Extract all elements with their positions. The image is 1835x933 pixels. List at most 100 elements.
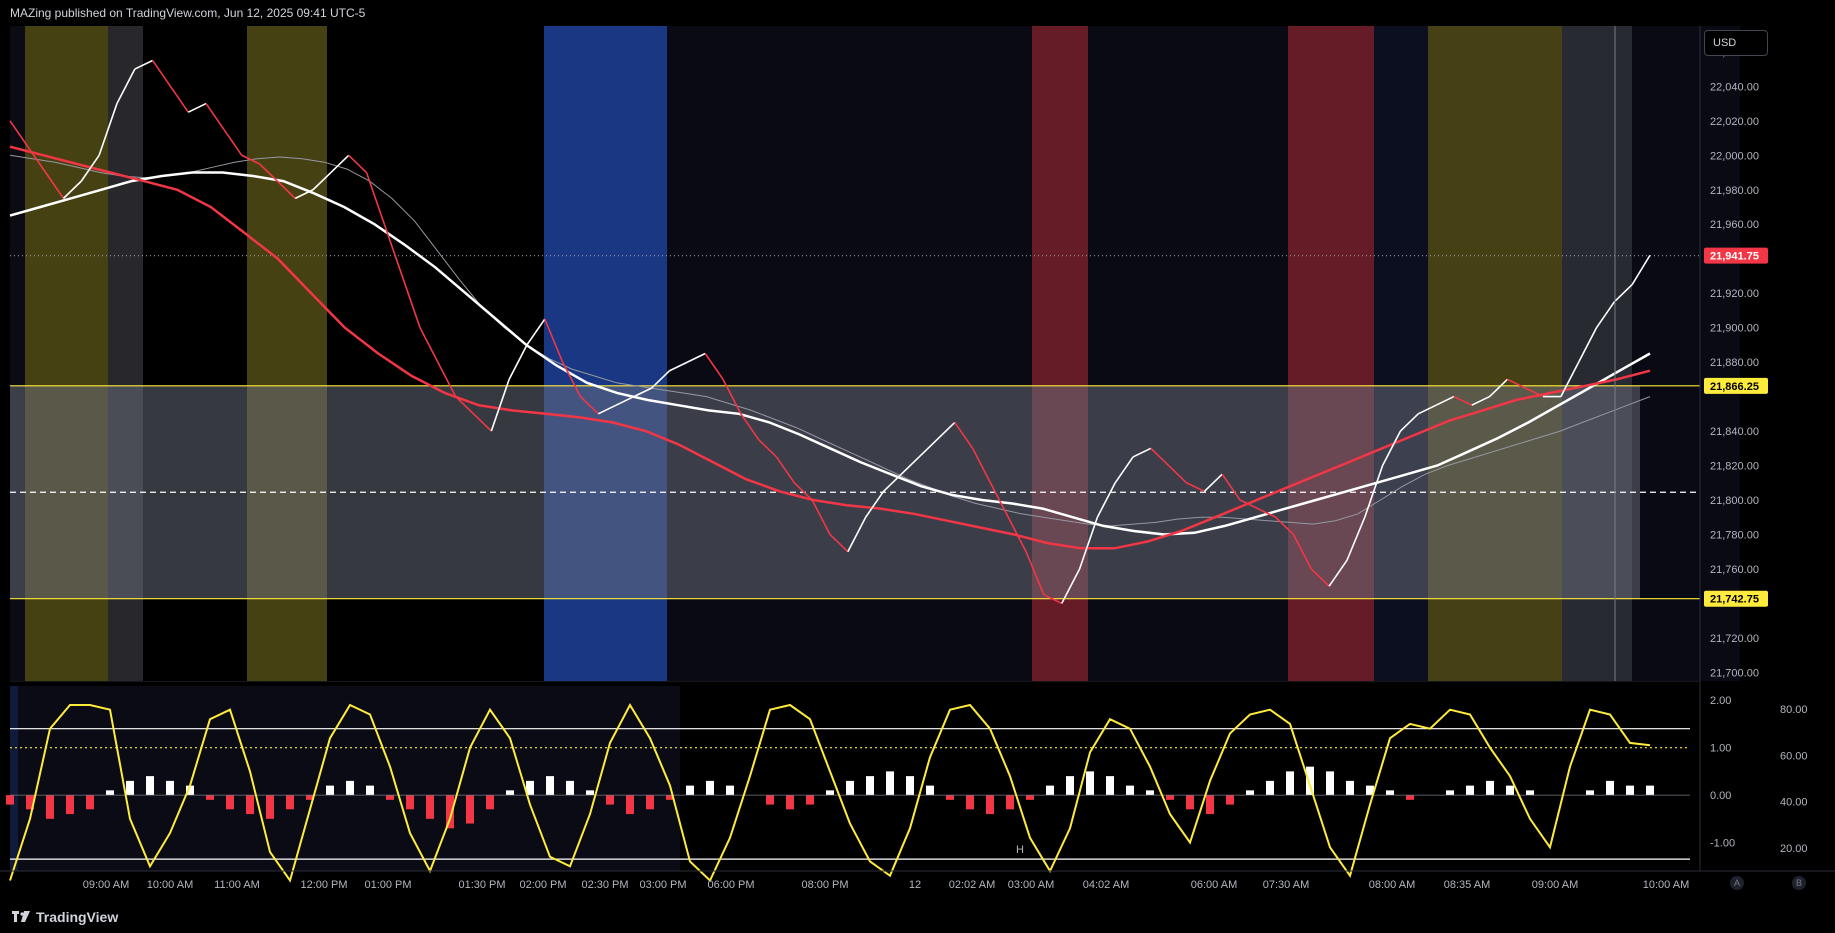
osc-hist-bar xyxy=(1446,790,1454,796)
osc-hist-bar xyxy=(986,795,994,815)
osc-hist-bar xyxy=(1066,776,1074,796)
osc-hist-bar xyxy=(366,785,374,796)
log-scale-button[interactable]: B xyxy=(1792,876,1806,890)
time-tick-label: 09:00 AM xyxy=(83,879,129,891)
footer: TradingView xyxy=(0,900,1835,933)
osc-hist-bar xyxy=(806,795,814,805)
price-tick-label: 22,000.00 xyxy=(1710,150,1759,162)
osc-hist-bar xyxy=(166,780,174,796)
osc-hist-bar xyxy=(286,795,294,810)
osc-hist-bar xyxy=(1606,780,1614,796)
currency-button[interactable]: USD xyxy=(1704,30,1768,56)
osc-tick-label: 0.00 xyxy=(1710,790,1731,802)
price-label-text-1: 21,866.25 xyxy=(1710,381,1759,393)
osc-hist-bar xyxy=(1286,771,1294,796)
price-tick-label: 21,840.00 xyxy=(1710,426,1759,438)
time-tick-label: 01:00 PM xyxy=(364,879,411,891)
price-tick-label: 21,980.00 xyxy=(1710,185,1759,197)
osc-right-tick-label: 60.00 xyxy=(1780,750,1808,762)
time-tick-label: 03:00 AM xyxy=(1008,879,1054,891)
osc-hist-bar xyxy=(1346,780,1354,796)
time-tick-label: 11:00 AM xyxy=(214,879,260,891)
osc-hist-bar xyxy=(1026,795,1034,800)
tradingview-logo-icon xyxy=(12,910,30,922)
price-tick-label: 21,820.00 xyxy=(1710,461,1759,473)
osc-hist-bar xyxy=(1406,795,1414,800)
osc-hist-bar xyxy=(426,795,434,819)
osc-hist-bar xyxy=(506,790,514,796)
osc-hist-bar xyxy=(386,795,394,800)
chart-canvas[interactable]: 22,060.0022,040.0022,020.0022,000.0021,9… xyxy=(0,26,1835,896)
osc-edge-band xyxy=(10,686,18,871)
osc-hist-bar xyxy=(326,785,334,796)
price-label-text-2: 21,742.75 xyxy=(1710,594,1759,606)
time-tick-label: 03:00 PM xyxy=(639,879,686,891)
osc-hist-bar xyxy=(1306,766,1314,796)
osc-right-tick-label: 80.00 xyxy=(1780,704,1808,716)
osc-hist-bar xyxy=(266,795,274,819)
osc-hist-bar xyxy=(786,795,794,810)
price-tick-label: 21,900.00 xyxy=(1710,323,1759,335)
time-tick-label: 08:00 PM xyxy=(801,879,848,891)
osc-right-tick-label: 20.00 xyxy=(1780,843,1808,855)
osc-right-tick-label: 40.00 xyxy=(1780,797,1808,809)
osc-hist-bar xyxy=(626,795,634,815)
osc-hist-bar xyxy=(206,795,214,800)
time-tick-label: 09:00 AM xyxy=(1532,879,1578,891)
osc-hist-bar xyxy=(846,780,854,796)
auto-scale-button[interactable]: A xyxy=(1730,876,1744,890)
osc-hist-bar xyxy=(86,795,94,810)
osc-hist-bar xyxy=(1086,771,1094,796)
osc-hist-bar xyxy=(1386,790,1394,796)
price-tick-label: 21,760.00 xyxy=(1710,564,1759,576)
osc-hist-bar xyxy=(6,795,14,805)
osc-hist-bar xyxy=(1486,780,1494,796)
osc-hist-bar xyxy=(1266,780,1274,796)
osc-hist-bar xyxy=(146,776,154,796)
osc-hist-bar xyxy=(246,795,254,815)
osc-hist-bar xyxy=(1526,790,1534,796)
osc-hist-bar xyxy=(1246,790,1254,796)
osc-hist-bar xyxy=(546,776,554,796)
price-tick-label: 21,960.00 xyxy=(1710,219,1759,231)
time-tick-label: 02:00 PM xyxy=(519,879,566,891)
price-tick-label: 22,040.00 xyxy=(1710,81,1759,93)
osc-tick-label: -1.00 xyxy=(1710,838,1735,850)
osc-hist-bar xyxy=(926,785,934,796)
osc-hist-bar xyxy=(226,795,234,810)
osc-hist-bar xyxy=(686,785,694,796)
time-tick-label: 02:30 PM xyxy=(581,879,628,891)
osc-hist-bar xyxy=(1126,785,1134,796)
osc-hist-bar xyxy=(486,795,494,810)
price-label-text-0: 21,941.75 xyxy=(1710,251,1759,263)
osc-hist-bar xyxy=(1326,771,1334,796)
price-tick-label: 21,780.00 xyxy=(1710,529,1759,541)
osc-hist-bar xyxy=(1626,785,1634,796)
osc-hist-bar xyxy=(826,790,834,796)
time-tick-label: 10:00 AM xyxy=(1643,879,1689,891)
osc-hist-bar xyxy=(46,795,54,819)
osc-hist-bar xyxy=(106,790,114,796)
osc-hist-bar xyxy=(1586,790,1594,796)
price-tick-label: 21,800.00 xyxy=(1710,495,1759,507)
osc-tick-label: 1.00 xyxy=(1710,743,1731,755)
osc-hist-bar xyxy=(726,785,734,796)
osc-hist-bar xyxy=(946,795,954,800)
osc-hist-bar xyxy=(1466,785,1474,796)
osc-hist-bar xyxy=(126,780,134,796)
osc-hist-bar xyxy=(1506,785,1514,796)
time-tick-label: 08:00 AM xyxy=(1369,879,1415,891)
osc-hist-bar xyxy=(466,795,474,824)
osc-tick-label: 2.00 xyxy=(1710,695,1731,707)
osc-hist-bar xyxy=(1226,795,1234,805)
osc-hist-bar xyxy=(346,780,354,796)
osc-hist-bar xyxy=(866,776,874,796)
price-tick-label: 21,920.00 xyxy=(1710,288,1759,300)
publish-info: MAZing published on TradingView.com, Jun… xyxy=(10,6,366,20)
osc-hist-bar xyxy=(646,795,654,810)
time-tick-label: 01:30 PM xyxy=(458,879,505,891)
time-tick-label: 10:00 AM xyxy=(147,879,193,891)
time-tick-label: 06:00 PM xyxy=(707,879,754,891)
osc-hist-bar xyxy=(1006,795,1014,810)
price-tick-label: 21,700.00 xyxy=(1710,667,1759,679)
